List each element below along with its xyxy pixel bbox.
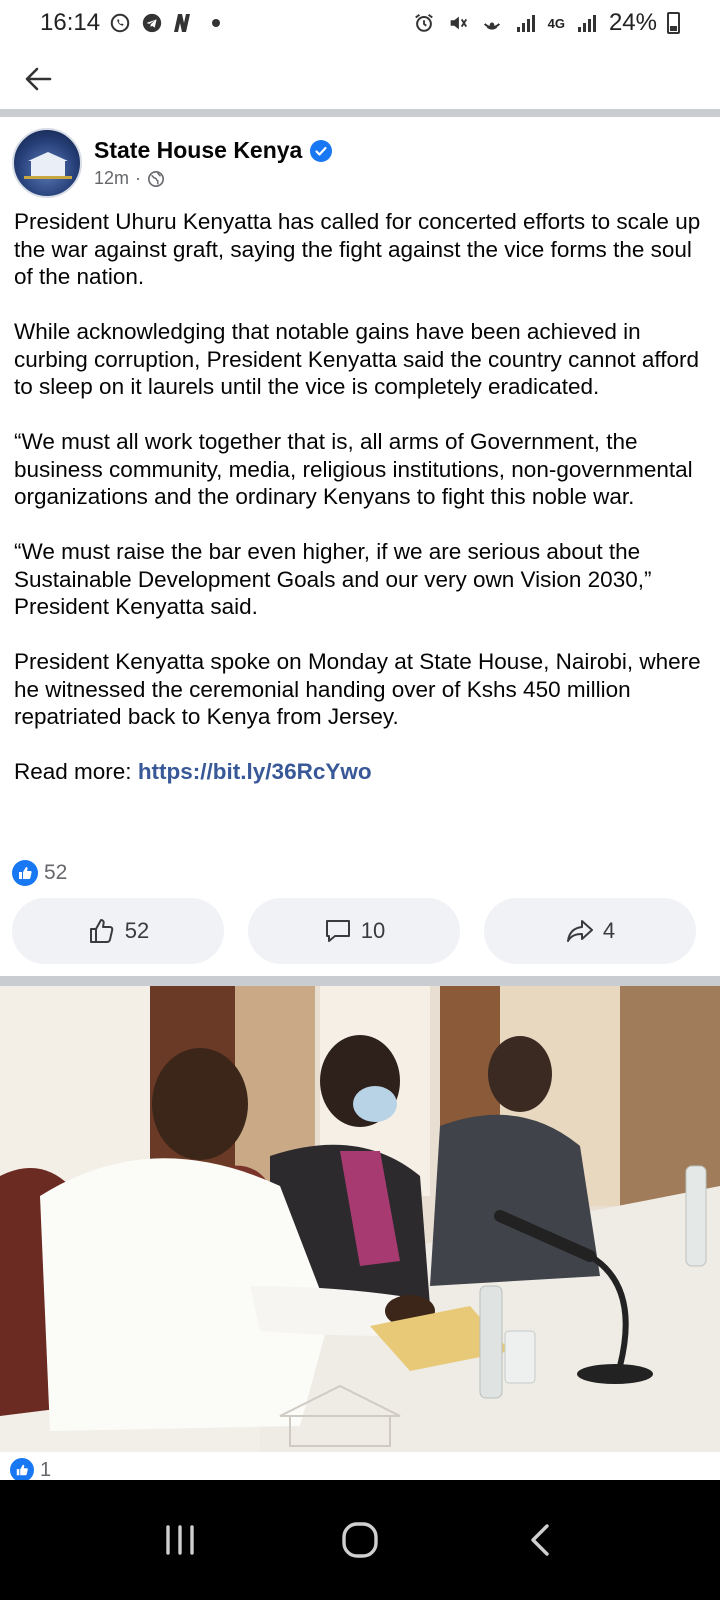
system-back-button[interactable] [510, 1510, 570, 1570]
comment-button[interactable]: 10 [248, 898, 460, 964]
status-time: 16:14 [40, 9, 101, 36]
page-name-row: State House Kenya [94, 137, 333, 164]
header-divider [0, 109, 720, 117]
globe-icon [147, 170, 165, 188]
post-paragraph: “We must all work together that is, all … [14, 429, 693, 509]
reactions-summary[interactable]: 52 [12, 860, 67, 886]
comment-count: 10 [360, 918, 386, 943]
hotspot-icon [480, 11, 504, 35]
home-icon [342, 1522, 378, 1558]
signal-icon-1 [514, 11, 538, 35]
network-type: 4G [547, 15, 565, 31]
page-meta: State House Kenya 12m · [94, 137, 333, 189]
post-paragraph: President Uhuru Kenyatta has called for … [14, 209, 701, 289]
share-count: 4 [602, 918, 616, 943]
page-avatar[interactable] [12, 128, 82, 198]
recents-button[interactable] [150, 1510, 210, 1570]
news-app-icon [172, 11, 196, 35]
page-name[interactable]: State House Kenya [94, 137, 302, 164]
signal-icon-2 [575, 11, 599, 35]
telegram-icon [140, 11, 164, 35]
back-arrow-icon [25, 67, 52, 91]
home-button[interactable] [330, 1510, 390, 1570]
comment-icon [325, 920, 350, 942]
notification-dot-icon [204, 11, 228, 35]
status-left: 16:14 [40, 9, 228, 37]
system-back-icon [531, 1524, 549, 1556]
thumbs-up-icon [89, 919, 114, 943]
whatsapp-icon [108, 11, 132, 35]
photo-illustration [0, 986, 720, 1452]
actions-row: 52 10 4 [12, 898, 696, 964]
status-bar: 16:14 4G 24% [0, 0, 720, 46]
photo-footer [0, 1452, 720, 1482]
read-more-line: Read more: https://bit.ly/36RcYwo [14, 758, 704, 786]
post-header: State House Kenya 12m · [12, 128, 712, 198]
read-more-link[interactable]: https://bit.ly/36RcYwo [138, 759, 372, 784]
alarm-icon [412, 11, 436, 35]
like-button[interactable]: 52 [12, 898, 224, 964]
photo-like-reaction-icon [10, 1458, 34, 1482]
reaction-count: 52 [44, 861, 68, 884]
share-icon [566, 920, 593, 942]
post-divider [0, 976, 720, 986]
post-time[interactable]: 12m [94, 168, 129, 189]
post-paragraph: President Kenyatta spoke on Monday at St… [14, 649, 701, 729]
recents-icon [166, 1525, 194, 1555]
system-nav-bar [0, 1480, 720, 1600]
back-button[interactable] [18, 59, 58, 99]
share-button[interactable]: 4 [484, 898, 696, 964]
post-body: President Uhuru Kenyatta has called for … [14, 208, 704, 813]
meta-separator: · [135, 168, 142, 188]
battery-icon [667, 12, 680, 34]
top-nav [0, 46, 720, 112]
like-reaction-icon [12, 860, 38, 886]
post-photo[interactable] [0, 986, 720, 1452]
battery-percent: 24% [608, 9, 657, 36]
mute-icon [446, 11, 470, 35]
post-paragraph: While acknowledging that notable gains h… [14, 319, 699, 399]
photo-reactions[interactable]: 1 [10, 1458, 51, 1482]
like-count: 52 [124, 918, 150, 943]
photo-reaction-count: 1 [40, 1458, 52, 1481]
post-time-row: 12m · [94, 168, 332, 189]
verified-badge-icon [310, 139, 333, 162]
status-right: 4G 24% [412, 9, 680, 37]
read-more-label: Read more: [14, 759, 138, 784]
post-paragraph: “We must raise the bar even higher, if w… [14, 539, 652, 619]
